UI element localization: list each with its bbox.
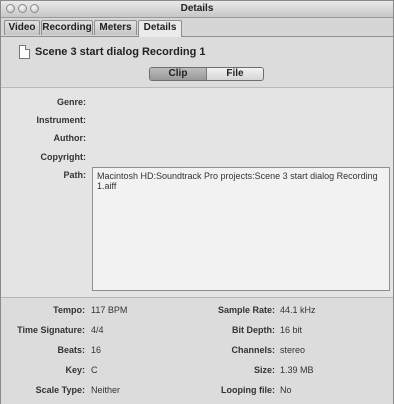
channels-value: stereo <box>280 345 306 355</box>
genre-label: Genre: <box>56 97 86 107</box>
time-signature-value: 4/4 <box>91 325 104 335</box>
tab-details[interactable]: Details <box>138 20 182 37</box>
tempo-value: 117 BPM <box>91 305 128 315</box>
title-bar: Details <box>1 1 393 18</box>
instrument-label: Instrument: <box>36 115 87 125</box>
time-signature-label: Time Signature: <box>17 325 85 335</box>
file-segment[interactable]: File <box>206 68 263 80</box>
key-label: Key: <box>65 365 85 375</box>
size-label: Size: <box>253 365 275 375</box>
tab-meters[interactable]: Meters <box>94 20 137 35</box>
audio-info-panel: Tempo: 117 BPM Time Signature: 4/4 Beats… <box>1 297 393 404</box>
window-title: Details <box>180 3 214 14</box>
beats-value: 16 <box>91 345 102 355</box>
bit-depth-label: Bit Depth: <box>232 325 275 335</box>
bit-depth-value: 16 bit <box>280 325 303 335</box>
recording-title: Scene 3 start dialog Recording 1 <box>35 46 206 58</box>
looping-file-label: Looping file: <box>221 385 275 395</box>
channels-label: Channels: <box>231 345 275 355</box>
scale-type-label: Scale Type: <box>35 385 85 395</box>
key-value: C <box>91 365 98 375</box>
looping-file-value: No <box>280 385 292 395</box>
beats-label: Beats: <box>57 345 85 355</box>
scale-type-value: Neither <box>91 385 121 395</box>
path-label: Path: <box>63 170 87 180</box>
clip-segment[interactable]: Clip <box>150 68 206 80</box>
sample-rate-label: Sample Rate: <box>217 305 275 315</box>
author-label: Author: <box>53 133 87 143</box>
path-field[interactable]: Macintosh HD:Soundtrack Pro projects:Sce… <box>92 167 390 291</box>
details-window: Details Video Recording Meters Details S… <box>0 0 394 404</box>
size-value: 1.39 MB <box>280 365 314 375</box>
sample-rate-value: 44.1 kHz <box>280 305 316 315</box>
copyright-label: Copyright: <box>40 152 87 162</box>
tab-recording[interactable]: Recording <box>41 20 93 35</box>
recording-header: Scene 3 start dialog Recording 1 Clip Fi… <box>1 37 393 88</box>
tab-video[interactable]: Video <box>4 20 40 35</box>
clip-file-segmented-control: Clip File <box>149 67 264 81</box>
tab-bar: Video Recording Meters Details <box>1 18 393 37</box>
tempo-label: Tempo: <box>53 305 85 315</box>
document-icon <box>19 45 30 59</box>
